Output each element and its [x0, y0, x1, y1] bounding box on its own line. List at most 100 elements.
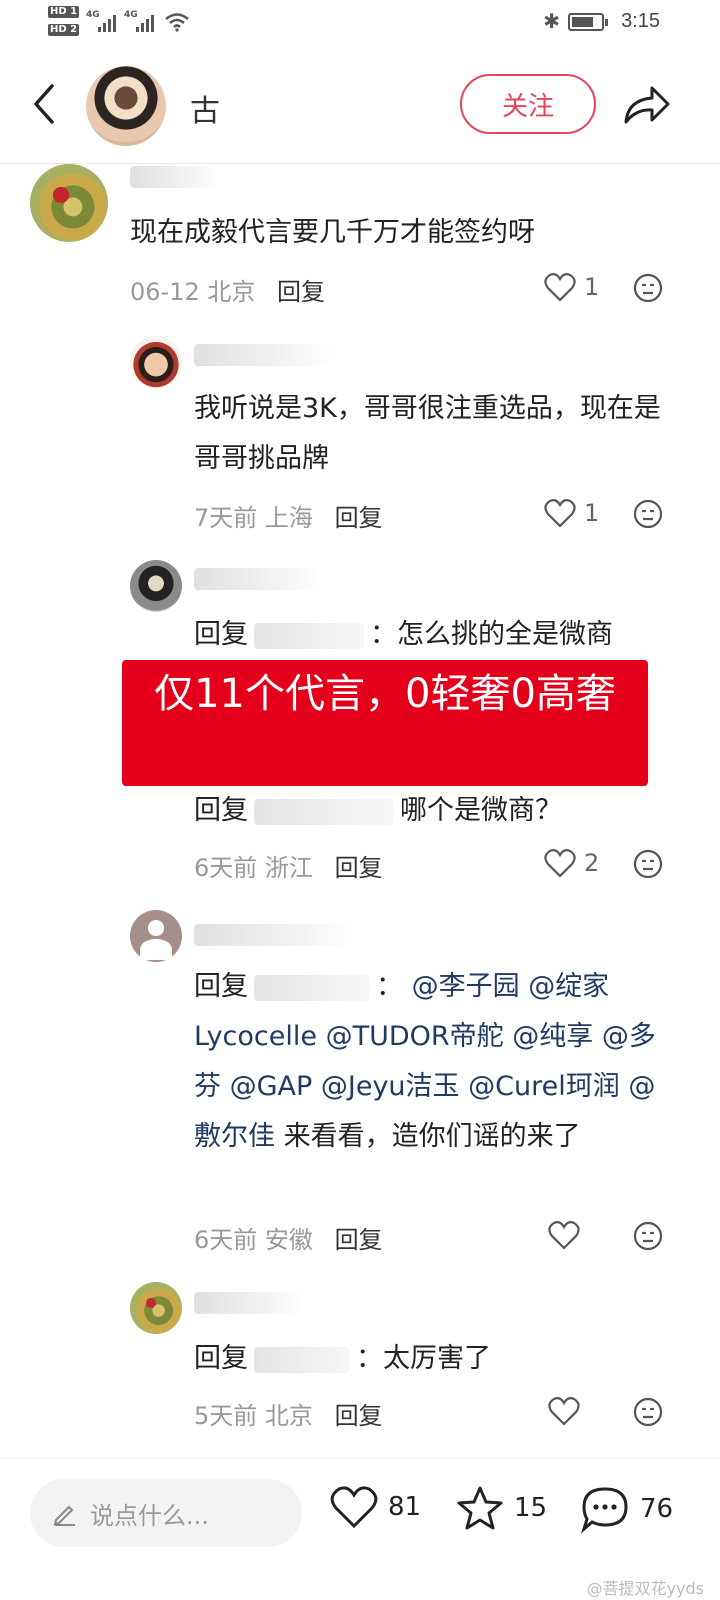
reply-prefix: 回复: [194, 1343, 248, 1374]
pencil-icon: [53, 1505, 75, 1526]
comment-meta: 7天前 上海 回复: [194, 498, 383, 533]
mention-link[interactable]: @TUDOR帝舵: [326, 1021, 504, 1052]
comment-location: 北京: [207, 278, 256, 306]
commenter-avatar[interactable]: [130, 336, 182, 388]
like-button[interactable]: [548, 1220, 580, 1250]
favorite-post-button[interactable]: 15: [456, 1485, 547, 1531]
post-comment-count: 76: [640, 1494, 674, 1524]
heart-icon: [548, 1221, 580, 1250]
comment-location: 浙江: [264, 854, 313, 882]
comment-post-button[interactable]: 76: [580, 1485, 673, 1533]
comment-text: 回复 哪个是微商？: [194, 786, 562, 836]
like-button[interactable]: 1: [544, 498, 599, 528]
hd2-badge: HD 2: [48, 24, 80, 36]
emoji-reaction-icon[interactable]: [632, 1220, 664, 1252]
like-button[interactable]: 2: [544, 848, 599, 878]
comment-item: 回复 哪个是微商？ 6天前 浙江 回复 2: [0, 786, 720, 886]
share-icon[interactable]: [622, 82, 672, 128]
author-avatar[interactable]: [86, 66, 166, 146]
comment-item: 回复： @李子园 @绽家Lycocelle @TUDOR帝舵 @纯享 @多芬 @…: [0, 910, 720, 1260]
heart-icon: [544, 273, 576, 302]
reply-prefix: 回复: [194, 971, 248, 1002]
comment-item: 我听说是3K，哥哥很注重选品，现在是哥哥挑品牌 7天前 上海 回复 1: [0, 336, 720, 536]
comment-meta: 06-12 北京 回复: [130, 272, 325, 307]
comment-date: 5天前: [194, 1402, 258, 1430]
signal-icon-1: [98, 14, 116, 32]
comment-location: 安徽: [264, 1226, 313, 1254]
follow-button[interactable]: 关注: [460, 74, 596, 134]
commenter-name-redacted: [194, 344, 334, 366]
like-count: 1: [584, 499, 600, 527]
heart-icon: [548, 1397, 580, 1426]
commenter-name-redacted: [194, 924, 354, 946]
mention-link[interactable]: @Curel珂润: [468, 1071, 620, 1102]
comment-input[interactable]: 说点什么...: [30, 1479, 302, 1547]
reply-colon: ：: [376, 971, 403, 1002]
back-button[interactable]: [26, 80, 66, 128]
overlay-banner: 仅11个代言，0轻奢0高奢: [122, 660, 648, 786]
heart-icon: [544, 849, 576, 878]
mention-link[interactable]: @李子园: [412, 971, 520, 1002]
bluetooth-icon: ✱: [543, 9, 560, 33]
comment-text: 现在成毅代言要几千万才能签约呀: [130, 217, 535, 248]
emoji-reaction-icon[interactable]: [632, 272, 664, 304]
commenter-avatar[interactable]: [130, 560, 182, 612]
comment-text: 我听说是3K，哥哥很注重选品，现在是哥哥挑品牌: [194, 393, 661, 474]
watermark: @菩提双花yyds: [586, 1579, 704, 1598]
clock: 3:15: [621, 10, 660, 32]
reply-target-redacted: [254, 974, 370, 1001]
like-post-button[interactable]: 81: [330, 1485, 421, 1529]
commenter-avatar[interactable]: [30, 164, 108, 242]
star-icon: [457, 1486, 503, 1530]
comment-text: 回复： @李子园 @绽家Lycocelle @TUDOR帝舵 @纯享 @多芬 @…: [194, 962, 674, 1162]
reply-prefix: 回复: [194, 795, 248, 826]
reply-button[interactable]: 回复: [335, 1402, 383, 1430]
reply-body: ：怎么挑的全是微商: [370, 619, 613, 650]
comment-date: 06-12: [130, 278, 200, 306]
like-button[interactable]: 1: [544, 272, 599, 302]
reply-button[interactable]: 回复: [335, 504, 383, 532]
status-bar: HD 1 HD 2 4G 4G ✱ 3:15: [0, 0, 720, 44]
comment-meta: 5天前 北京 回复: [194, 1396, 383, 1431]
comment-date: 6天前: [194, 1226, 258, 1254]
battery-icon: [568, 13, 608, 31]
reply-target-redacted: [254, 622, 364, 649]
mention-link[interactable]: @Jeyu洁玉: [321, 1071, 460, 1102]
commenter-name-redacted: [194, 568, 324, 590]
like-count: 2: [584, 849, 600, 877]
reply-prefix: 回复: [194, 619, 248, 650]
emoji-reaction-icon[interactable]: [632, 848, 664, 880]
comment-location: 上海: [264, 504, 313, 532]
like-count: 1: [584, 273, 600, 301]
bottom-action-bar: 说点什么... 81 15 76 @菩提双花yyds: [0, 1458, 720, 1600]
hd1-badge: HD 1: [48, 6, 80, 18]
mention-link[interactable]: @纯享: [512, 1021, 593, 1052]
heart-icon: [330, 1486, 378, 1529]
reply-button[interactable]: 回复: [335, 854, 383, 882]
reply-body: ：太厉害了: [356, 1343, 491, 1374]
comment-meta: 6天前 安徽 回复: [194, 1220, 383, 1255]
reply-target-redacted: [254, 798, 394, 825]
commenter-avatar[interactable]: [130, 1282, 182, 1334]
mention-link[interactable]: @GAP: [230, 1071, 313, 1102]
emoji-reaction-icon[interactable]: [632, 498, 664, 530]
like-button[interactable]: [548, 1396, 580, 1426]
comment-item: 回复 ：怎么挑的全是微商: [0, 560, 720, 670]
post-like-count: 81: [388, 1492, 422, 1522]
comment-item: 回复 ：太厉害了 5天前 北京 回复: [0, 1282, 720, 1442]
signal-icon-2: [136, 14, 154, 32]
comment-item: 现在成毅代言要几千万才能签约呀 06-12 北京 回复 1: [0, 164, 720, 307]
reply-target-redacted: [254, 1346, 350, 1373]
comment-text: 回复 ：太厉害了: [194, 1334, 491, 1384]
reply-body: 来看看，造你们谣的来了: [283, 1121, 581, 1152]
comment-text: 回复 ：怎么挑的全是微商: [194, 610, 613, 660]
reply-button[interactable]: 回复: [335, 1226, 383, 1254]
reply-button[interactable]: 回复: [277, 278, 325, 306]
wifi-icon: [165, 13, 189, 32]
comment-date: 7天前: [194, 504, 258, 532]
commenter-avatar[interactable]: [130, 910, 182, 962]
comment-input-placeholder: 说点什么...: [90, 1501, 209, 1530]
emoji-reaction-icon[interactable]: [632, 1396, 664, 1428]
author-name[interactable]: 古: [190, 86, 220, 130]
commenter-name-redacted: [130, 166, 220, 188]
